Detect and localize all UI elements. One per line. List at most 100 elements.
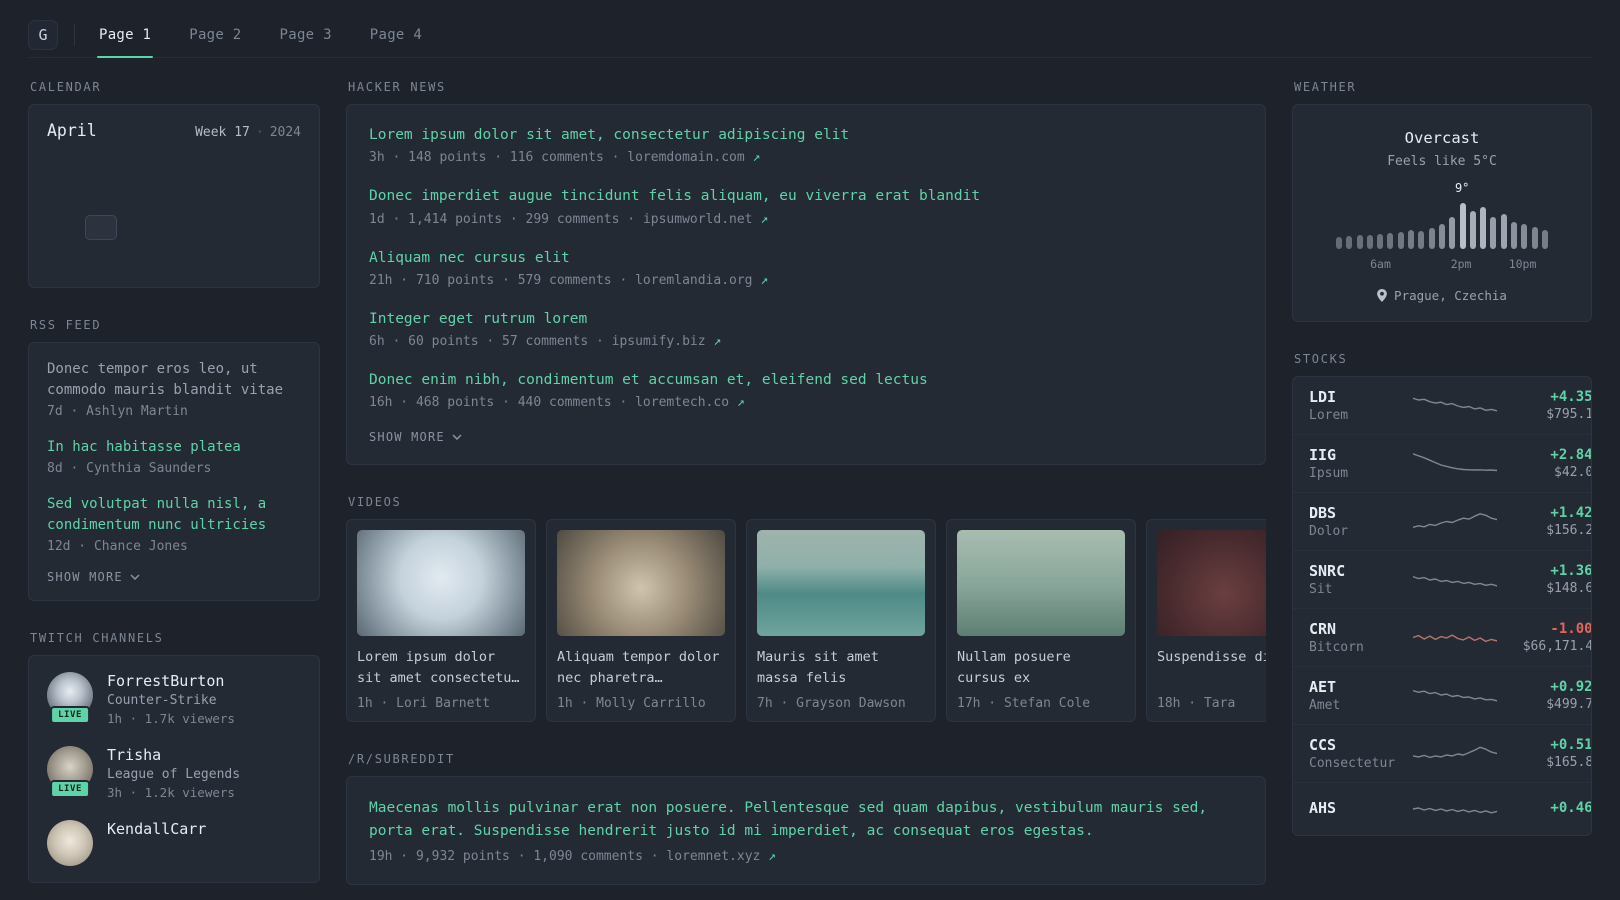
nav-tab[interactable]: Page 1	[97, 12, 154, 58]
video-card[interactable]: Aliquam tempor dolor nec pharetra… 1h · …	[546, 519, 736, 723]
stock-row: DBS Dolor +1.42% $156.28	[1293, 492, 1591, 550]
weather-bar	[1531, 226, 1538, 249]
hacker-news-domain: loremtech.co	[635, 395, 730, 411]
stock-identity: CCS Consectetur	[1309, 736, 1405, 771]
stock-change: +4.35%	[1550, 389, 1592, 405]
hacker-news-title-link[interactable]: Integer eget rutrum lorem	[369, 309, 1243, 329]
rss-item-meta: 8d · Cynthia Saunders	[47, 461, 212, 476]
stock-identity: IIG Ipsum	[1309, 446, 1405, 481]
rss-item: Donec tempor eros leo, ut commodo mauris…	[47, 359, 301, 419]
calendar-day	[49, 248, 81, 273]
video-meta: 7h · Grayson Dawson	[757, 696, 906, 712]
subreddit-post-meta: 19h · 9,932 points · 1,090 comments · lo…	[369, 849, 1243, 864]
weather-widget: Overcast Feels like 5°C 9° 6am 2pm 10pm Pr…	[1292, 104, 1592, 322]
stock-row: AET Amet +0.92% $499.72	[1293, 666, 1591, 724]
external-link-icon: ↗	[760, 272, 769, 288]
weather-bar	[1356, 235, 1363, 249]
stock-sparkline	[1413, 623, 1497, 653]
video-card[interactable]: Nullam posuere cursus ex 17h · Stefan Co…	[946, 519, 1136, 723]
rss-item-title-link[interactable]: Sed volutpat nulla nisl, a condimentum n…	[47, 494, 301, 536]
weather-bar	[1397, 231, 1404, 249]
rss-item-meta: 7d · Ashlyn Martin	[47, 404, 188, 419]
stock-row: CCS Consectetur +0.51% $165.84	[1293, 724, 1591, 782]
video-thumbnail	[357, 530, 525, 637]
stock-change: +2.84%	[1550, 447, 1592, 463]
video-card[interactable]: Lorem ipsum dolor sit amet consectetu… 1…	[346, 519, 536, 723]
stock-price: $795.18	[1546, 407, 1591, 422]
stock-row: LDI Lorem +4.35% $795.18	[1293, 377, 1591, 434]
hacker-news-domain-link[interactable]: loremdomain.com ↗	[627, 150, 760, 165]
hacker-news-domain-link[interactable]: ipsumify.biz ↗	[612, 334, 722, 349]
stock-sparkline	[1413, 565, 1497, 595]
rss-item-title-link[interactable]: In hac habitasse platea	[47, 437, 301, 458]
nav-tab[interactable]: Page 4	[368, 12, 424, 57]
external-link-icon: ↗	[752, 150, 761, 166]
calendar-day	[122, 215, 154, 240]
weather-bar	[1490, 216, 1497, 249]
hacker-news-title-link[interactable]: Aliquam nec cursus elit	[369, 248, 1243, 268]
stock-change: -1.00%	[1550, 621, 1592, 637]
twitch-channel[interactable]: LIVE Trisha League of Legends 3h · 1.2k …	[47, 746, 301, 800]
stock-change: +1.36%	[1550, 563, 1592, 579]
twitch-channel-info: KendallCarr	[107, 820, 206, 841]
stock-sparkline	[1413, 449, 1497, 479]
external-link-icon: ↗	[768, 849, 776, 865]
stock-values: +1.42% $156.28	[1505, 505, 1591, 538]
weather-bar	[1428, 227, 1435, 249]
video-thumbnail	[957, 530, 1125, 637]
chevron-down-icon	[452, 434, 462, 441]
rss-widget: Donec tempor eros leo, ut commodo mauris…	[28, 342, 320, 601]
video-card[interactable]: Suspendisse diam 18h · Tara	[1146, 519, 1266, 723]
hacker-news-domain-link[interactable]: loremlandia.org ↗	[635, 273, 768, 288]
subreddit-post-link[interactable]: Maecenas mollis pulvinar erat non posuer…	[369, 797, 1243, 842]
stock-symbol: AET	[1309, 678, 1337, 696]
video-meta: 1h · Lori Barnett	[357, 696, 491, 712]
rss-show-more-button[interactable]: SHOW MORE	[47, 570, 140, 584]
calendar-day	[158, 182, 190, 207]
stock-symbol: CRN	[1309, 620, 1337, 638]
dashboard: CALENDAR April Week 17 · 2024 RSS FEED Don…	[0, 80, 1620, 900]
subreddit-domain-link[interactable]: loremnet.xyz ↗	[666, 849, 776, 864]
subreddit-section: /R/SUBREDDIT Maecenas mollis pulvinar er…	[346, 752, 1266, 886]
stock-identity: AET Amet	[1309, 678, 1405, 713]
rss-item-title-link[interactable]: Donec tempor eros leo, ut commodo mauris…	[47, 359, 301, 401]
weather-bar	[1408, 230, 1415, 249]
hacker-news-meta: 6h · 60 points · 57 comments · ipsumify.…	[369, 334, 1243, 349]
hacker-news-title-link[interactable]: Donec imperdiet augue tincidunt felis al…	[369, 186, 1243, 206]
nav-tabs: Page 1 Page 2 Page 3 Page 4	[97, 12, 458, 58]
hacker-news-stats: 16h · 468 points · 440 comments ·	[369, 395, 636, 411]
hacker-news-item: Donec imperdiet augue tincidunt felis al…	[369, 186, 1243, 226]
calendar-day	[267, 215, 299, 240]
hacker-news-title-link[interactable]: Lorem ipsum dolor sit amet, consectetur …	[369, 125, 1243, 145]
video-card[interactable]: Mauris sit amet massa felis 7h · Grayson…	[746, 519, 936, 723]
twitch-channel[interactable]: LIVE ForrestBurton Counter-Strike 1h · 1…	[47, 672, 301, 726]
rss-show-more-label: SHOW MORE	[47, 570, 123, 584]
section-title-rss: RSS FEED	[30, 318, 102, 332]
calendar-day	[158, 248, 190, 273]
calendar-day	[231, 182, 263, 207]
app-logo[interactable]: G	[28, 19, 58, 50]
nav-tab[interactable]: Page 2	[187, 12, 243, 57]
twitch-channel-name: Trisha	[107, 746, 162, 764]
stock-identity: CRN Bitcorn	[1309, 620, 1405, 655]
stock-row: AHS +0.46%	[1293, 782, 1591, 835]
stock-symbol: IIG	[1309, 446, 1337, 464]
nav-tab[interactable]: Page 3	[278, 12, 334, 57]
twitch-channel[interactable]: LIVE KendallCarr	[47, 820, 301, 866]
weather-time-label: 2pm	[1450, 257, 1472, 271]
hacker-news-domain-link[interactable]: ipsumworld.net ↗	[643, 212, 768, 227]
chevron-down-icon	[130, 574, 140, 580]
hacker-news-stats: 3h · 148 points · 116 comments ·	[369, 150, 628, 166]
weather-time-axis: 6am 2pm 10pm	[1336, 257, 1548, 272]
hn-show-more-button[interactable]: SHOW MORE	[369, 430, 462, 444]
section-title-twitch: TWITCH CHANNELS	[30, 631, 164, 645]
avatar-image	[47, 820, 93, 866]
hacker-news-meta: 1d · 1,414 points · 299 comments · ipsum…	[369, 212, 1243, 227]
stock-name: Consectetur	[1309, 756, 1396, 771]
section-title-hacker-news: HACKER NEWS	[348, 80, 446, 94]
hacker-news-domain-link[interactable]: loremtech.co ↗	[635, 395, 745, 410]
hacker-news-title-link[interactable]: Donec enim nibh, condimentum et accumsan…	[369, 370, 1243, 390]
weather-chart: 9° 6am 2pm 10pm	[1336, 181, 1548, 272]
twitch-avatar: LIVE	[47, 672, 93, 724]
stock-sparkline	[1413, 681, 1497, 711]
